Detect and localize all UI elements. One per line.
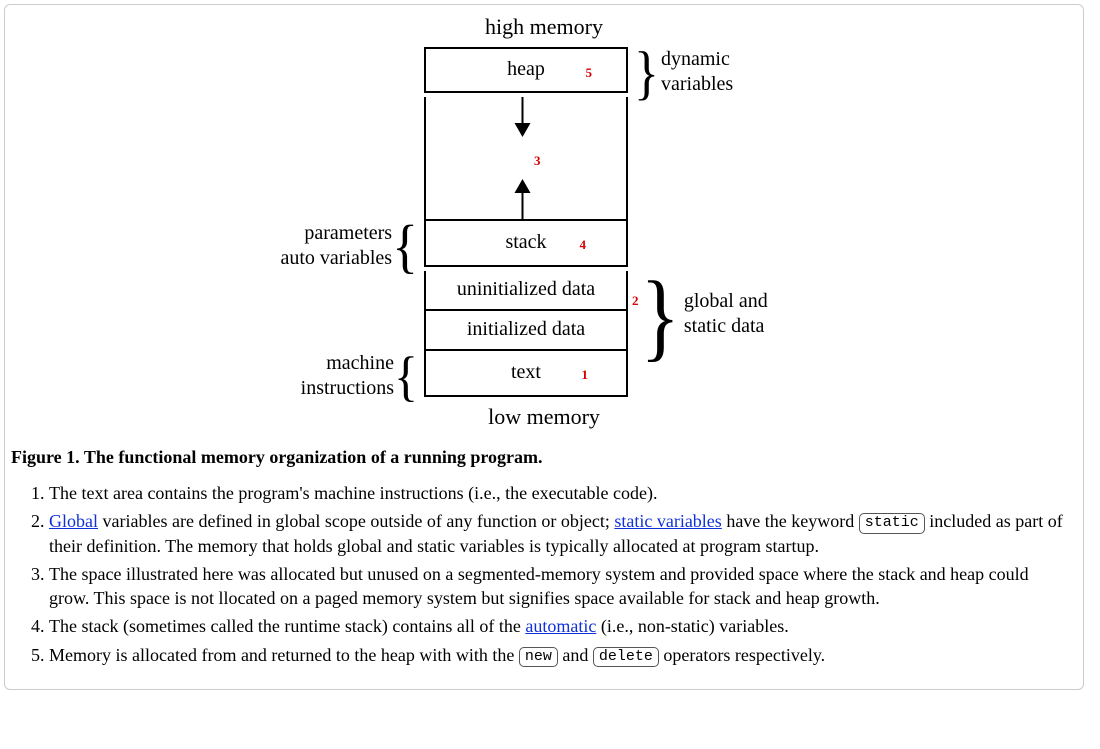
dynamic-variables-label: dynamic variables <box>661 47 733 97</box>
link-global[interactable]: Global <box>49 511 98 531</box>
link-static-variables[interactable]: static variables <box>614 511 721 531</box>
marker-4: 4 <box>580 237 587 253</box>
marker-2: 2 <box>632 293 639 309</box>
code-delete: delete <box>593 647 659 668</box>
code-static: static <box>859 513 925 534</box>
segment-text: text 1 <box>424 351 628 397</box>
high-memory-label: high memory <box>11 13 1077 41</box>
segment-heap: heap 5 <box>424 47 628 93</box>
note-3: The space illustrated here was allocated… <box>49 562 1063 611</box>
code-new: new <box>519 647 558 668</box>
marker-5: 5 <box>586 65 593 81</box>
segment-initialized-data: initialized data <box>424 311 628 351</box>
note-1: The text area contains the program's mac… <box>49 481 1063 505</box>
figure: high memory heap 5 } dynamic variables <box>11 13 1077 430</box>
segment-uninitialized-data: uninitialized data <box>424 271 628 311</box>
marker-1: 1 <box>582 367 589 383</box>
segment-text-label: text <box>511 360 541 385</box>
segment-stack: stack 4 <box>424 221 628 267</box>
low-memory-label: low memory <box>11 403 1077 431</box>
link-automatic[interactable]: automatic <box>525 616 596 636</box>
machine-instructions-label: machine instructions <box>301 351 394 401</box>
parameters-label: parameters auto variables <box>280 221 392 271</box>
marker-3: 3 <box>534 153 541 169</box>
segment-uninit-label: uninitialized data <box>457 277 595 302</box>
segment-gap: 3 <box>424 97 628 221</box>
segment-init-label: initialized data <box>467 317 585 342</box>
memory-diagram: heap 5 } dynamic variables 3 <box>164 47 924 401</box>
note-5: Memory is allocated from and returned to… <box>49 643 1063 668</box>
note-4: The stack (sometimes called the runtime … <box>49 614 1063 638</box>
figure-caption: Figure 1. The functional memory organiza… <box>11 446 1077 469</box>
document-frame: high memory heap 5 } dynamic variables <box>4 4 1084 690</box>
figure-notes: The text area contains the program's mac… <box>39 481 1069 668</box>
segment-stack-label: stack <box>505 230 546 255</box>
note-2: Global variables are defined in global s… <box>49 509 1063 558</box>
segment-heap-label: heap <box>507 57 545 82</box>
